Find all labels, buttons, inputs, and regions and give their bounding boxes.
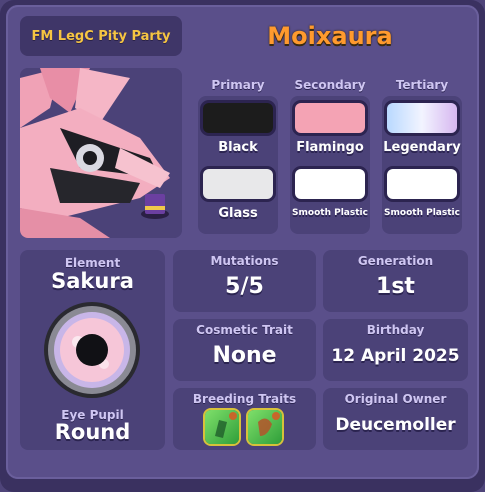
secondary-swatch xyxy=(295,103,365,133)
breeding-trait-icon[interactable] xyxy=(205,410,239,444)
secondary-heading: Secondary xyxy=(294,78,366,92)
original-owner-value: Deucemoller xyxy=(335,415,456,435)
cosmetic-trait-value: None xyxy=(212,343,277,368)
secondary-material-name: Smooth Plastic xyxy=(292,208,368,218)
eye-pupil-value: Round xyxy=(54,420,131,444)
generation-label: Generation xyxy=(357,254,434,268)
birthday-value: 12 April 2025 xyxy=(331,346,460,366)
primary-heading: Primary xyxy=(211,78,265,92)
birthday-label: Birthday xyxy=(366,323,425,337)
secondary-color-name: Flamingo xyxy=(296,140,364,155)
title-badge: FM LegC Pity Party xyxy=(20,16,182,56)
tertiary-heading: Tertiary xyxy=(395,78,449,92)
creature-portrait-image xyxy=(20,68,182,238)
breeding-trait-icon[interactable] xyxy=(248,410,282,444)
mutations-value: 5/5 xyxy=(225,274,264,299)
original-owner-label: Original Owner xyxy=(344,392,447,406)
tertiary-material-name: Smooth Plastic xyxy=(384,208,460,218)
eye-icon xyxy=(44,302,140,398)
primary-material-name: Glass xyxy=(218,206,258,221)
tertiary-swatch xyxy=(387,103,457,133)
secondary-material-swatch xyxy=(295,169,365,199)
primary-color-name: Black xyxy=(218,140,258,155)
creature-portrait xyxy=(20,68,182,238)
tertiary-color-name: Legendary xyxy=(383,140,461,155)
mutations-label: Mutations xyxy=(210,254,279,268)
primary-material-swatch xyxy=(203,169,273,199)
generation-value: 1st xyxy=(376,274,415,299)
card-frame: FM LegC Pity Party Moixaura Primary Seco… xyxy=(0,0,485,492)
element-label: Element xyxy=(64,256,121,270)
cosmetic-trait-label: Cosmetic Trait xyxy=(196,323,293,337)
primary-swatch xyxy=(203,103,273,133)
element-value: Sakura xyxy=(51,269,134,293)
breeding-traits-label: Breeding Traits xyxy=(192,392,297,406)
creature-name: Moixaura xyxy=(267,22,393,50)
tertiary-material-swatch xyxy=(387,169,457,199)
